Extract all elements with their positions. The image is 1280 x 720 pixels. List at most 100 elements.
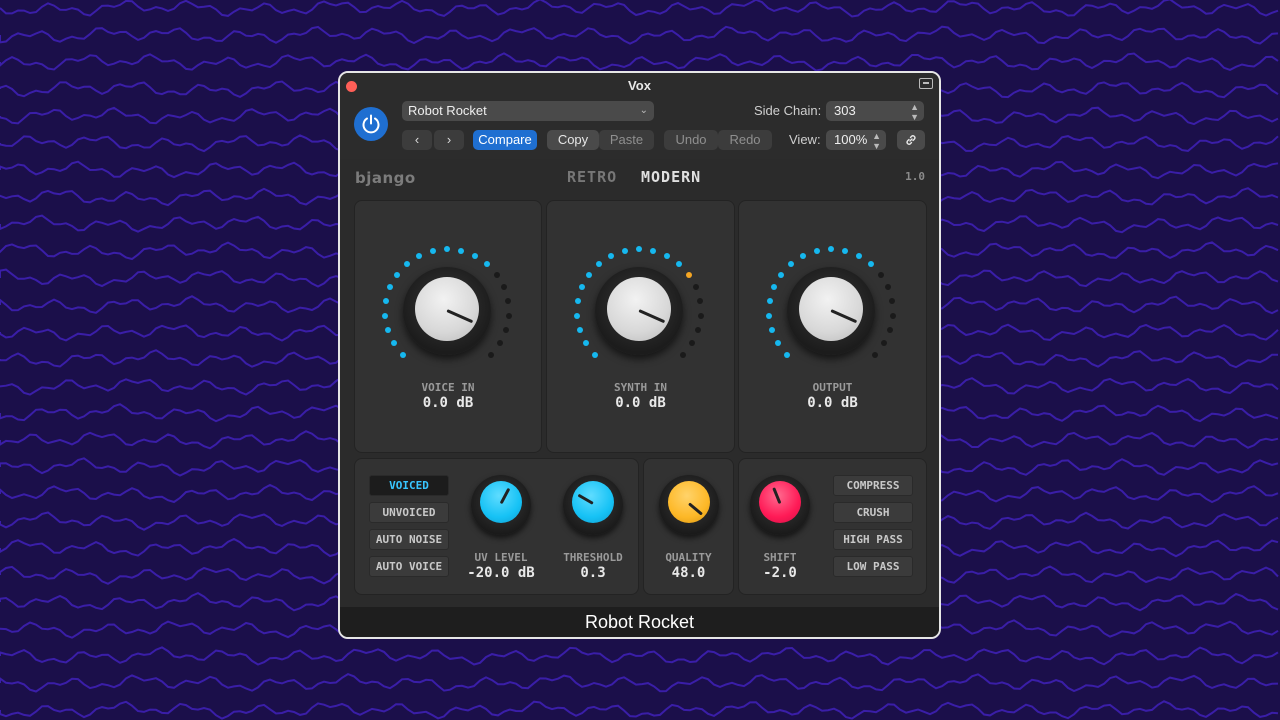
crush-button[interactable]: CRUSH (833, 502, 913, 523)
meter-dot (769, 327, 776, 334)
synth-in-knob[interactable] (595, 267, 683, 355)
quality-knob[interactable] (659, 475, 719, 535)
waveform-line (0, 25, 1279, 45)
paste-button[interactable]: Paste (599, 130, 654, 150)
meter-dot (842, 247, 849, 254)
threshold-label: THRESHOLD (563, 551, 623, 564)
meter-dot (664, 252, 671, 259)
meter-dot (784, 351, 791, 358)
window-header: Vox Robot Rocket ⌄ Side Chain: 303 ▲ ▼ ‹ … (340, 73, 939, 159)
next-preset-button[interactable]: › (434, 130, 464, 150)
updown-chevron-icon: ▲ ▼ (872, 131, 881, 151)
meter-dot (828, 246, 834, 252)
link-button[interactable] (897, 130, 925, 150)
meter-dot (694, 327, 701, 334)
mode-modern-tab[interactable]: MODERN (641, 168, 701, 186)
previous-preset-button[interactable]: ‹ (402, 130, 432, 150)
meter-dot (458, 247, 465, 254)
voice-in-value: 0.0 dB (422, 395, 474, 411)
meter-dot (386, 284, 393, 291)
meter-dot (577, 327, 584, 334)
copy-button[interactable]: Copy (547, 130, 599, 150)
preset-select[interactable]: Robot Rocket ⌄ (402, 101, 654, 121)
power-button[interactable] (354, 107, 388, 141)
meter-dot (574, 298, 581, 305)
view-zoom-value: 100% (834, 132, 868, 147)
quality-value: 48.0 (671, 565, 706, 581)
voicing-panel: VOICED UNVOICED AUTO NOISE AUTO VOICE UV… (354, 458, 639, 595)
meter-dot (889, 312, 896, 319)
output-value: 0.0 dB (807, 395, 858, 411)
window-title: Vox (628, 78, 651, 93)
side-chain-select[interactable]: 303 ▲ ▼ (826, 101, 924, 122)
meter-dot (886, 327, 893, 334)
meter-dot (505, 312, 512, 319)
plugin-panel: bjango RETRO MODERN 1.0 VOICE IN 0.0 dB … (340, 159, 939, 607)
meter-dot (484, 260, 491, 267)
meter-dot (813, 247, 820, 254)
output-panel: OUTPUT 0.0 dB (738, 200, 927, 453)
meter-dot (868, 260, 875, 267)
quality-panel: QUALITY 48.0 (643, 458, 734, 595)
output-knob[interactable] (787, 267, 875, 355)
meter-dot (636, 246, 642, 252)
collapse-icon[interactable] (919, 78, 933, 89)
voice-in-panel: VOICE IN 0.0 dB (354, 200, 542, 453)
voiced-button[interactable]: VOICED (369, 475, 449, 496)
view-zoom-select[interactable]: 100% ▲ ▼ (826, 130, 886, 151)
voice-in-label: VOICE IN (421, 381, 475, 394)
auto-voice-button[interactable]: AUTO VOICE (369, 556, 449, 577)
meter-dot (878, 271, 885, 278)
meter-dot (885, 284, 892, 291)
meter-dot (487, 351, 494, 358)
meter-dot (766, 298, 773, 305)
meter-dot (777, 271, 784, 278)
meter-dot (429, 247, 436, 254)
unvoiced-button[interactable]: UNVOICED (369, 502, 449, 523)
meter-dot (856, 252, 863, 259)
threshold-knob[interactable] (563, 475, 623, 535)
undo-button[interactable]: Undo (664, 130, 718, 150)
mode-retro-tab[interactable]: RETRO (567, 168, 617, 186)
meter-dot (592, 351, 599, 358)
meter-dot (889, 298, 896, 305)
waveform-line (0, 700, 1279, 720)
waveform-line (0, 52, 1279, 72)
synth-in-label: SYNTH IN (614, 381, 667, 394)
power-icon (362, 114, 380, 134)
meter-dot (676, 260, 683, 267)
meter-dot (382, 312, 389, 319)
voice-in-knob[interactable] (403, 267, 491, 355)
shift-label: SHIFT (763, 551, 797, 564)
quality-label: QUALITY (665, 551, 712, 564)
side-chain-value: 303 (834, 103, 856, 118)
synth-in-value: 0.0 dB (615, 395, 666, 411)
uv-level-value: -20.0 dB (467, 565, 535, 581)
uv-level-knob[interactable] (471, 475, 531, 535)
chevron-down-icon: ⌄ (639, 105, 648, 116)
meter-dot (686, 271, 693, 278)
meter-dot (415, 252, 422, 259)
footer-preset-title: Robot Rocket (340, 607, 939, 637)
meter-dot (585, 271, 592, 278)
shift-knob[interactable] (750, 475, 810, 535)
synth-in-panel: SYNTH IN 0.0 dB (546, 200, 735, 453)
redo-button[interactable]: Redo (718, 130, 772, 150)
updown-chevron-icon: ▲ ▼ (910, 102, 919, 122)
high-pass-button[interactable]: HIGH PASS (833, 529, 913, 550)
meter-dot (501, 284, 508, 291)
meter-dot (693, 284, 700, 291)
compress-button[interactable]: COMPRESS (833, 475, 913, 496)
meter-dot (766, 312, 773, 319)
meter-dot (472, 252, 479, 259)
compare-button[interactable]: Compare (473, 130, 537, 150)
uv-level-label: UV LEVEL (474, 551, 528, 564)
auto-noise-button[interactable]: AUTO NOISE (369, 529, 449, 550)
low-pass-button[interactable]: LOW PASS (833, 556, 913, 577)
shift-panel: SHIFT -2.0 COMPRESS CRUSH HIGH PASS LOW … (738, 458, 927, 595)
meter-dot (385, 327, 392, 334)
preset-name: Robot Rocket (408, 103, 487, 118)
meter-dot (494, 271, 501, 278)
shift-value: -2.0 (763, 565, 797, 581)
meter-dot (391, 340, 398, 347)
